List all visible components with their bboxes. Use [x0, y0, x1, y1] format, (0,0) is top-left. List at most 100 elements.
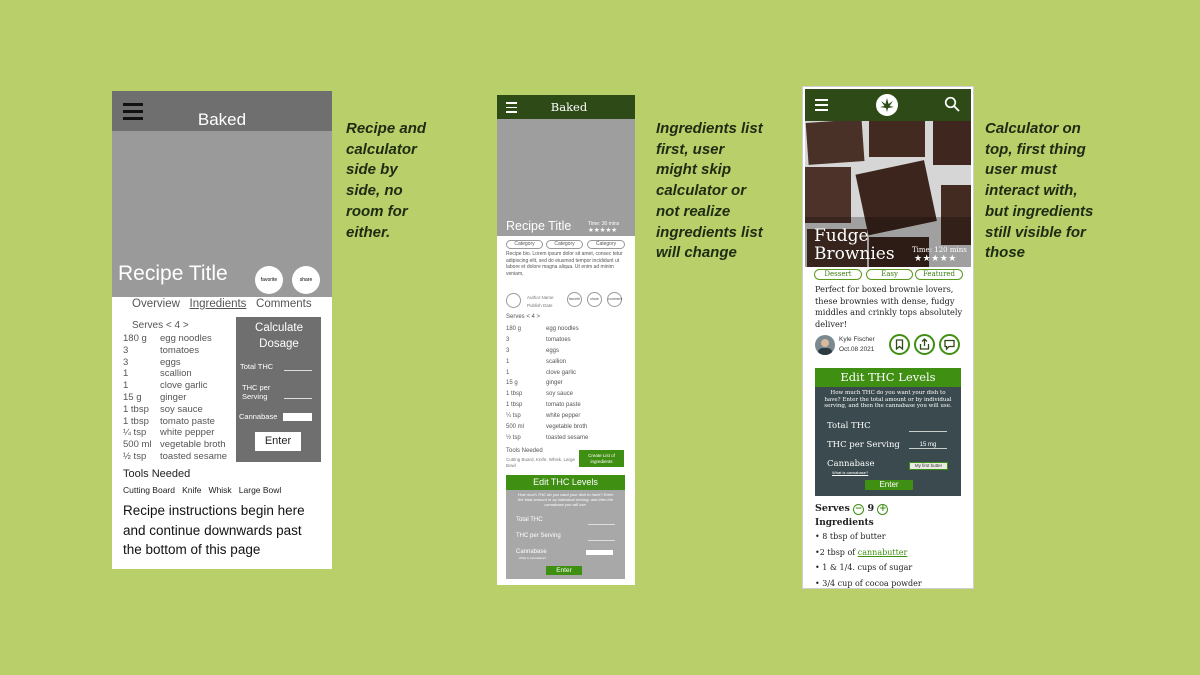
- thc-per-serving-input[interactable]: [284, 398, 312, 399]
- list-item: 3 tomatoes: [506, 336, 571, 343]
- share-button[interactable]: share: [587, 292, 602, 307]
- publish-date: Oct.08 2021: [839, 346, 875, 353]
- category-pill[interactable]: Category: [587, 240, 625, 249]
- total-thc-input[interactable]: [909, 431, 947, 432]
- app-title: Baked: [197, 110, 247, 129]
- list-item: 1 tbsp tomato paste: [506, 402, 581, 409]
- favorite-button[interactable]: favorite: [255, 266, 283, 294]
- recipe-title: Fudge Brownies: [814, 226, 895, 264]
- annotation-note-2: Ingredients list first, user might skip …: [656, 120, 763, 262]
- recipe-instructions: Recipe instructions begin here and conti…: [123, 503, 305, 557]
- share-label: share: [299, 277, 313, 283]
- serves-selector[interactable]: Serves < 4 >: [132, 320, 189, 331]
- thc-per-serving-label: THC per Serving: [242, 383, 271, 401]
- comment-button[interactable]: comment: [607, 292, 622, 307]
- list-item: 180 g egg noodles: [506, 326, 579, 332]
- leaf-logo-icon[interactable]: [876, 94, 898, 116]
- list-item: 15 g ginger: [123, 391, 187, 403]
- recipe-title: Recipe Title: [506, 219, 572, 233]
- category-pill[interactable]: Featured: [915, 269, 963, 280]
- favorite-label: favorite: [260, 277, 278, 283]
- list-item: 1 scallion: [123, 368, 192, 380]
- thc-per-serving-input[interactable]: [588, 540, 615, 541]
- list-item: 1 tbsp soy sauce: [506, 391, 574, 398]
- tab-overview[interactable]: Overview: [132, 298, 180, 310]
- list-item: 1 scallion: [506, 358, 567, 365]
- cannabase-label: Cannabase: [516, 549, 547, 555]
- cannabase-info-link[interactable]: What is cannabase?: [832, 470, 868, 475]
- tab-ingredients[interactable]: Ingredients: [190, 298, 247, 310]
- cannabutter-link[interactable]: cannabutter: [858, 548, 908, 557]
- list-item: ½ tsp toasted sesame: [506, 434, 589, 441]
- total-thc-label: Total THC: [827, 421, 871, 431]
- search-icon[interactable]: [944, 96, 960, 112]
- avatar: [815, 335, 835, 355]
- total-thc-input[interactable]: [588, 524, 615, 525]
- list-item: • 3/4 cup of cocoa powder: [815, 578, 922, 588]
- share-button[interactable]: [914, 334, 935, 355]
- enter-button[interactable]: Enter: [255, 432, 301, 451]
- list-item: 1 tbsp tomato paste: [123, 415, 215, 427]
- category-pill[interactable]: Easy: [866, 269, 913, 280]
- recipe-description: Recipe bio. Lorem ipsum dolor sit amet, …: [506, 251, 623, 277]
- list-item: •2 tbsp of cannabutter: [815, 547, 908, 557]
- cannabase-info-link[interactable]: What is cannabase?: [519, 556, 546, 560]
- total-thc-input[interactable]: [284, 370, 312, 371]
- cannabase-select[interactable]: My first butter: [909, 462, 948, 470]
- category-pill[interactable]: Category: [506, 240, 543, 249]
- serves-label: Serves: [815, 503, 850, 514]
- ingredient-list: 180 g egg noodles 3 tomatoes 3 eggs 1 scalli…: [123, 333, 238, 463]
- rating-stars: ★★★★★: [914, 253, 957, 263]
- comment-label: comment: [608, 297, 623, 301]
- recipe-description: Perfect for boxed brownie lovers, these …: [815, 284, 963, 329]
- bookmark-button[interactable]: [889, 334, 910, 355]
- minus-icon[interactable]: −: [853, 504, 865, 515]
- serves-count: 9: [867, 503, 875, 514]
- list-item: • 1 & 1/4. cups of sugar: [815, 563, 913, 572]
- list-item: 3 eggs: [123, 356, 181, 368]
- category-pill[interactable]: Dessert: [814, 269, 862, 280]
- thc-per-serving-input[interactable]: 15 mg: [909, 442, 947, 449]
- enter-button[interactable]: Enter: [546, 566, 582, 575]
- edit-thc-header[interactable]: Edit THC Levels: [815, 368, 961, 387]
- cannabase-select[interactable]: [283, 413, 312, 421]
- list-item: ¼ tsp white pepper: [123, 427, 215, 439]
- wireframe-side-by-side: Baked Recipe Title favorite share Overvi…: [112, 91, 332, 569]
- ingredient-list: 180 g egg noodles 3 tomatoes 3 eggs 1 scalli…: [506, 326, 631, 446]
- edit-thc-header[interactable]: Edit THC Levels: [506, 475, 625, 490]
- thc-per-serving-label: THC per Serving: [827, 440, 900, 450]
- list-item: 3 eggs: [506, 347, 560, 354]
- serves-selector: Serves − 9 +: [815, 503, 889, 515]
- app-title: Baked: [550, 100, 588, 114]
- author-name: Author Name: [527, 295, 554, 300]
- serves-selector[interactable]: Serves < 4 >: [506, 314, 540, 320]
- ingredients-title: Ingredients: [815, 518, 874, 528]
- menu-icon[interactable]: [815, 99, 828, 111]
- list-item: 15 g ginger: [506, 380, 563, 387]
- list-item: 3 tomatoes: [123, 344, 200, 356]
- tab-comments[interactable]: Comments: [256, 298, 312, 310]
- share-button[interactable]: share: [292, 266, 320, 294]
- create-list-button[interactable]: Create List of ingredients: [579, 450, 624, 467]
- tool-item: Cutting Board: [123, 485, 175, 495]
- cannabase-label: Cannabase: [827, 459, 875, 469]
- recipe-title: Recipe Title: [118, 262, 228, 285]
- cannabase-select[interactable]: [586, 550, 613, 555]
- list-item: 500 ml vegetable broth: [123, 439, 226, 451]
- thc-per-serving-label: THC per Serving: [516, 533, 561, 539]
- author-date: Publish Date: [527, 303, 553, 308]
- list-item: • 8 tbsp of butter: [815, 532, 886, 541]
- comment-button[interactable]: [939, 334, 960, 355]
- annotation-note-3: Calculator on top, first thing user must…: [985, 120, 1094, 262]
- favorite-button[interactable]: favorite: [567, 292, 582, 307]
- thc-calculator: Edit THC Levels How much THC do you want…: [815, 368, 961, 496]
- annotation-note-1: Recipe and calculator side by side, no r…: [346, 120, 427, 241]
- list-item: 500 ml vegetable broth: [506, 424, 588, 431]
- calculator-description: How much THC do you want your dish to ha…: [824, 390, 952, 409]
- category-pill[interactable]: Category: [546, 240, 583, 249]
- plus-icon[interactable]: +: [877, 504, 889, 515]
- tools-title: Tools Needed: [506, 448, 543, 454]
- tools-list: Cutting Board Knife Whisk Large Bowl: [123, 485, 281, 495]
- enter-button[interactable]: Enter: [865, 480, 913, 490]
- calculator-title: Calculate Dosage: [255, 322, 303, 350]
